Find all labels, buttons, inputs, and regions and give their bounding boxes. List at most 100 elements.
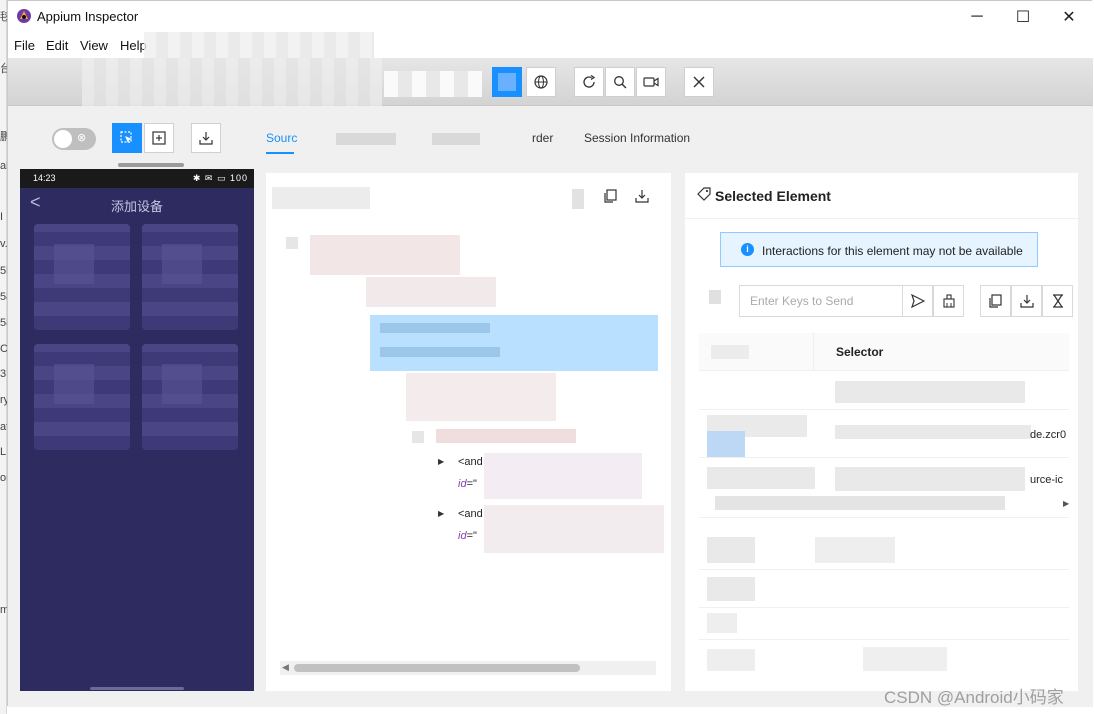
redacted-icon (572, 189, 584, 209)
attributes-table-header (699, 333, 1069, 371)
select-elements-button[interactable] (112, 123, 142, 153)
redacted-cell (815, 537, 895, 563)
redacted-area (82, 58, 382, 106)
download-icon (1019, 295, 1034, 308)
redacted-area (144, 32, 374, 58)
quit-session-button[interactable] (684, 67, 714, 97)
redacted-button[interactable] (709, 290, 721, 304)
redacted-cell (707, 537, 755, 563)
send-keys-button[interactable] (902, 285, 933, 317)
minimize-button[interactable]: ─ (954, 1, 1000, 32)
maximize-button[interactable]: ☐ (1000, 1, 1046, 32)
menu-file[interactable]: File (14, 38, 35, 53)
active-tab-indicator (266, 152, 294, 154)
bg-fragment: 3 (0, 368, 7, 380)
panel-divider (118, 163, 184, 167)
source-line[interactable]: <and (458, 508, 483, 520)
tab-recorder[interactable]: rder (532, 131, 553, 145)
session-toolbar (8, 58, 1093, 106)
expand-caret-icon[interactable]: ▶ (438, 457, 444, 466)
tree-node[interactable] (412, 431, 424, 443)
appium-inspector-window: Appium Inspector ─ ☐ ✕ File Edit View He… (7, 0, 1093, 707)
title-bar: Appium Inspector ─ ☐ ✕ (8, 1, 1093, 32)
device-card[interactable] (34, 224, 130, 330)
redacted-tab[interactable] (336, 133, 396, 145)
web-mode-button[interactable] (526, 67, 556, 97)
menu-view[interactable]: View (80, 38, 108, 53)
phone-status-icons: ✱ ✉ ▭ 100 (192, 173, 248, 183)
tap-swipe-button[interactable] (144, 123, 174, 153)
redacted-tree-text (484, 453, 642, 499)
download-icon (199, 132, 213, 145)
tab-session-information[interactable]: Session Information (584, 131, 690, 145)
timing-button[interactable] (1042, 285, 1073, 317)
redacted-source-header (272, 187, 370, 209)
selector-value-fragment[interactable]: de.zcr0 (1030, 429, 1066, 441)
plus-square-icon (152, 131, 166, 145)
source-line[interactable]: <and (458, 456, 483, 468)
record-button[interactable] (636, 67, 666, 97)
download-screenshot-button[interactable] (191, 123, 221, 153)
tab-source[interactable]: Sourc (266, 131, 297, 145)
bg-fragment: I (0, 211, 4, 223)
menu-bar: File Edit View Help (8, 32, 1093, 58)
device-card[interactable] (142, 224, 238, 330)
scroll-right-icon[interactable]: ▶ (1063, 499, 1069, 508)
redacted-cell (835, 381, 1025, 403)
row-divider (699, 607, 1069, 608)
menu-edit[interactable]: Edit (46, 38, 68, 53)
toggle-off-icon: ⊗ (77, 132, 87, 144)
redacted-cell (707, 431, 745, 457)
globe-icon (534, 75, 548, 89)
background-window-strip: 毬 台 鹏 al I v. 5l 58 58 C 3 ry at LL or m (0, 0, 12, 714)
redacted-tree-text (436, 429, 576, 443)
selector-value-fragment[interactable]: urce-ic (1030, 474, 1063, 486)
source-panel: ▶ <and id=" ▶ <and id=" ◀ (266, 173, 671, 691)
phone-home-indicator (90, 687, 184, 690)
selected-element-panel: Selected Element i Interactions for this… (685, 173, 1078, 691)
hourglass-icon (1052, 294, 1063, 308)
expand-caret-icon[interactable]: ▶ (438, 509, 444, 518)
copy-xml-button[interactable] (601, 187, 619, 205)
copy-attributes-button[interactable] (980, 285, 1011, 317)
send-keys-input[interactable] (740, 286, 902, 316)
row-divider (699, 409, 1069, 410)
redacted-tree-text (366, 277, 496, 307)
horizontal-scrollbar[interactable]: ◀ (280, 661, 656, 675)
menu-help[interactable]: Help (120, 38, 147, 53)
device-card[interactable] (34, 344, 130, 450)
search-elements-button[interactable] (605, 67, 635, 97)
row-divider (699, 639, 1069, 640)
redacted-tree-text (380, 323, 490, 333)
native-mode-button[interactable] (492, 67, 522, 97)
redacted-tree-text (484, 505, 664, 553)
download-element-button[interactable] (1011, 285, 1042, 317)
clear-button[interactable] (933, 285, 964, 317)
info-icon: i (741, 243, 754, 256)
row-divider (699, 457, 1069, 458)
clear-broom-icon (942, 294, 955, 308)
row-divider (699, 517, 1069, 518)
download-xml-button[interactable] (633, 187, 651, 205)
device-card[interactable] (142, 344, 238, 450)
send-keys-field[interactable] (739, 285, 902, 317)
close-window-button[interactable]: ✕ (1046, 1, 1092, 32)
redacted-toolbar-buttons (384, 71, 482, 97)
phone-screen-title: 添加设备 (110, 199, 163, 214)
source-attr-line: id=" (458, 478, 477, 490)
redacted-tree-text (380, 347, 500, 357)
phone-app-header: < 添加设备 (20, 188, 254, 220)
device-screenshot[interactable]: 14:23 ✱ ✉ ▭ 100 < 添加设备 (20, 169, 254, 691)
appium-logo-icon (17, 9, 31, 23)
video-camera-icon (643, 77, 659, 87)
screenshot-toggle[interactable]: ⊗ (52, 128, 96, 150)
refresh-button[interactable] (574, 67, 604, 97)
panel-title: Selected Element (715, 188, 831, 204)
copy-icon (989, 294, 1002, 308)
scroll-left-icon[interactable]: ◀ (282, 662, 289, 673)
redacted-scrollbar (715, 496, 1005, 510)
tree-node[interactable] (286, 237, 298, 249)
download-icon (635, 190, 649, 203)
redacted-tab[interactable] (432, 133, 480, 145)
scrollbar-thumb[interactable] (294, 664, 580, 672)
